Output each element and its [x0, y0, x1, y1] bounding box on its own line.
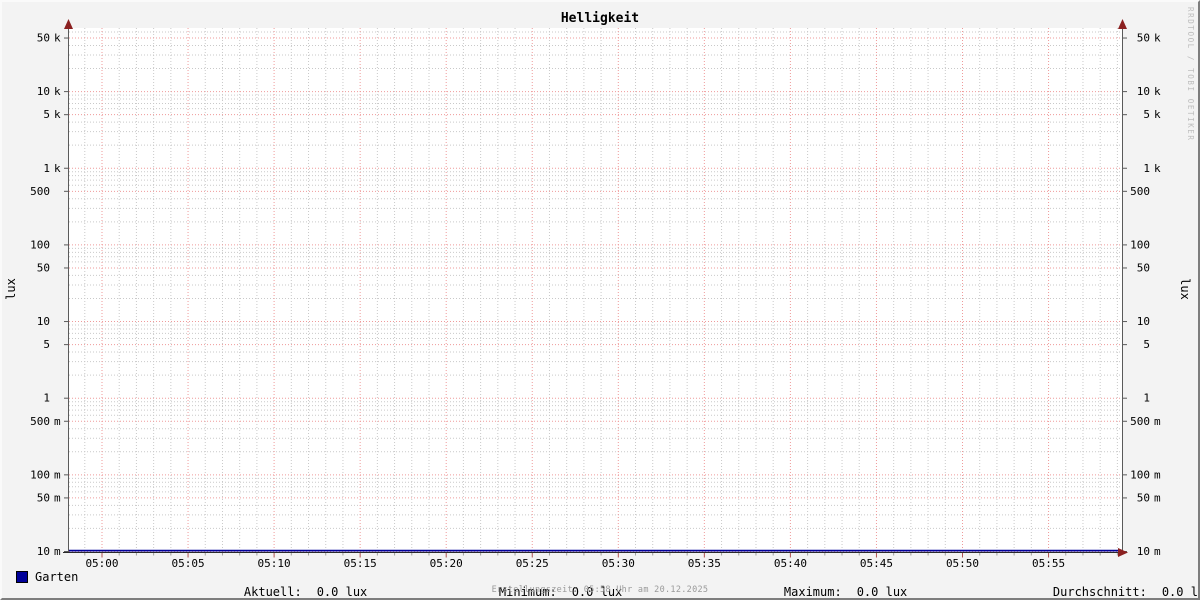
x-tick-label: 05:10 — [258, 557, 291, 570]
x-tick-label: 05:00 — [85, 557, 118, 570]
legend: Garten — [16, 570, 78, 584]
x-tick-label: 05:15 — [344, 557, 377, 570]
x-tick-label: 05:20 — [430, 557, 463, 570]
y-tick-label-right: 5 — [1143, 108, 1150, 121]
y-tick-label-left: 10 — [37, 545, 50, 558]
y-tick-label-left: 50 — [37, 261, 50, 274]
y-tick-label-right: 500 — [1130, 415, 1150, 428]
y-tick-suffix-left: k — [54, 85, 61, 98]
y-tick-suffix-right: k — [1154, 162, 1161, 175]
y-tick-label-left: 1 — [43, 162, 50, 175]
x-tick-label: 05:40 — [774, 557, 807, 570]
x-tick-label: 05:45 — [860, 557, 893, 570]
y-tick-label-right: 50 — [1137, 32, 1150, 45]
y-tick-suffix-left: k — [54, 32, 61, 45]
y-tick-suffix-right: m — [1154, 415, 1161, 428]
y-tick-suffix-right: k — [1154, 85, 1161, 98]
y-tick-label-right: 100 — [1130, 468, 1150, 481]
y-tick-suffix-left: m — [54, 468, 61, 481]
y-tick-label-left: 5 — [43, 338, 50, 351]
y-tick-label-left: 50 — [37, 32, 50, 45]
x-tick-label: 05:50 — [946, 557, 979, 570]
y-tick-label-right: 10 — [1137, 315, 1150, 328]
y-tick-label-left: 10 — [37, 315, 50, 328]
y-tick-suffix-right: k — [1154, 32, 1161, 45]
x-tick-label: 05:30 — [602, 557, 635, 570]
y-tick-label-right: 10 — [1137, 85, 1150, 98]
y-axis-arrow-right — [1118, 19, 1127, 29]
y-tick-suffix-left: m — [54, 415, 61, 428]
creation-timestamp: Erstellungszeit: 05:58 Uhr am 20.12.2025 — [491, 585, 709, 595]
y-tick-suffix-left: k — [54, 108, 61, 121]
y-tick-suffix-left: k — [54, 162, 61, 175]
chart-plot-area: 50 k 50 k10 k 10 k5 k 5 k1 k 1 k500 500100 10050 5010 10… — [30, 19, 1161, 570]
y-tick-label-right: 1 — [1143, 162, 1150, 175]
y-axis-arrow-left — [64, 19, 73, 29]
y-tick-suffix-left: m — [54, 545, 61, 558]
y-tick-suffix-right: m — [1154, 468, 1161, 481]
y-tick-label-left: 500 — [30, 415, 50, 428]
y-tick-label-right: 5 — [1143, 338, 1150, 351]
y-tick-label-right: 500 — [1130, 185, 1150, 198]
plot-canvas — [69, 28, 1122, 553]
y-tick-label-left: 100 — [30, 468, 50, 481]
y-tick-suffix-right: m — [1154, 545, 1161, 558]
y-tick-suffix-left: m — [54, 491, 61, 504]
x-tick-label: 05:05 — [171, 557, 204, 570]
y-tick-label-left: 50 — [37, 491, 50, 504]
rrdtool-graph: Helligkeit lux lux RRDTOOL / TOBI OETIKE… — [0, 0, 1200, 600]
y-tick-label-left: 100 — [30, 238, 50, 251]
y-tick-label-left: 1 — [43, 392, 50, 405]
y-tick-label-right: 100 — [1130, 238, 1150, 251]
y-tick-label-right: 50 — [1137, 261, 1150, 274]
x-tick-label: 05:55 — [1032, 557, 1065, 570]
y-tick-label-right: 50 — [1137, 491, 1150, 504]
y-tick-suffix-right: k — [1154, 108, 1161, 121]
y-tick-suffix-right: m — [1154, 491, 1161, 504]
x-tick-label: 05:25 — [516, 557, 549, 570]
x-tick-label: 05:35 — [688, 557, 721, 570]
y-tick-label-left: 5 — [43, 108, 50, 121]
y-tick-label-left: 500 — [30, 185, 50, 198]
y-tick-label-right: 10 — [1137, 545, 1150, 558]
series-label: Garten — [35, 570, 79, 584]
series-color-swatch — [16, 571, 28, 583]
y-tick-label-left: 10 — [37, 85, 50, 98]
y-tick-label-right: 1 — [1143, 392, 1150, 405]
